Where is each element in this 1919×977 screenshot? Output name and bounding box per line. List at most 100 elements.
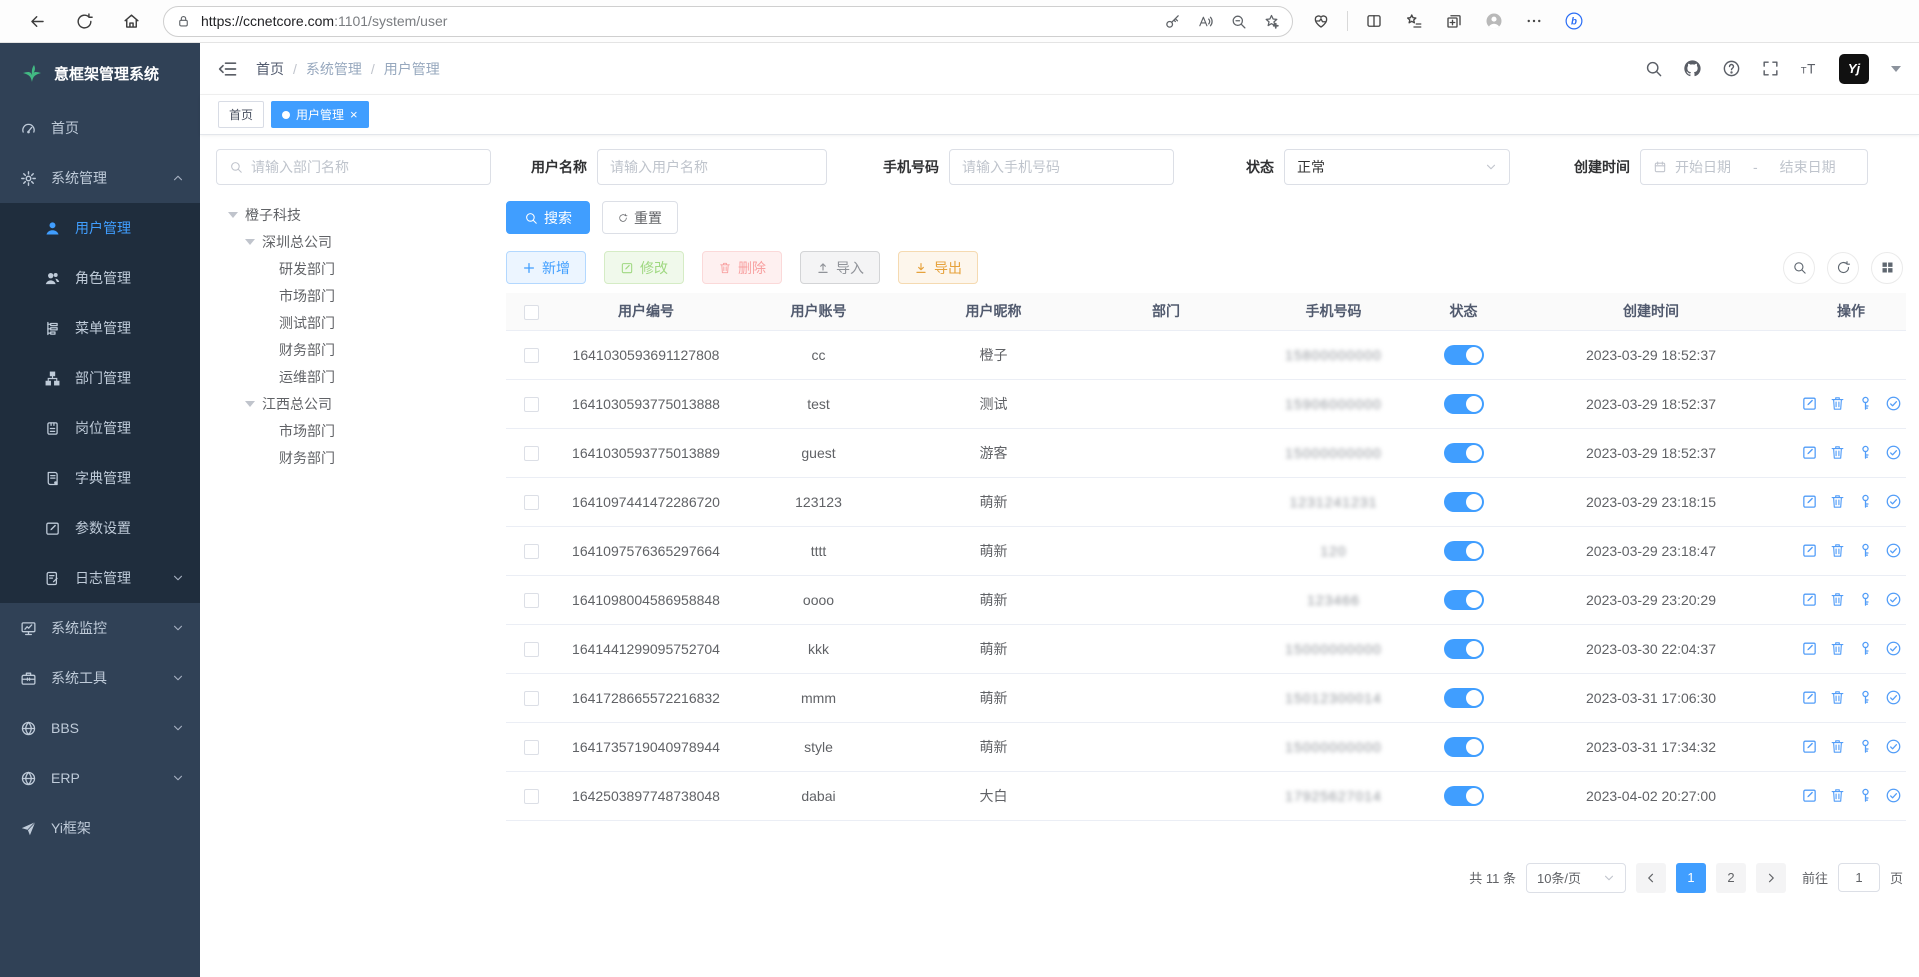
close-tab-icon[interactable]: × <box>350 108 358 121</box>
trash-icon[interactable] <box>1829 689 1846 706</box>
sidebar-item-角色管理[interactable]: 角色管理 <box>0 253 200 303</box>
check-circle-icon[interactable] <box>1885 738 1902 755</box>
tree-node-深圳总公司[interactable]: 深圳总公司 <box>216 228 491 255</box>
tree-node-研发部门[interactable]: 研发部门 <box>216 255 491 282</box>
sidebar-item-参数设置[interactable]: 参数设置 <box>0 503 200 553</box>
check-circle-icon[interactable] <box>1885 591 1902 608</box>
star-add-icon[interactable] <box>1263 13 1280 30</box>
tree-node-橙子科技[interactable]: 橙子科技 <box>216 201 491 228</box>
home-icon[interactable] <box>122 12 141 31</box>
trash-icon[interactable] <box>1829 493 1846 510</box>
back-icon[interactable] <box>28 12 47 31</box>
status-toggle[interactable] <box>1444 394 1484 414</box>
page-button-1[interactable]: 1 <box>1676 863 1706 893</box>
status-toggle[interactable] <box>1444 345 1484 365</box>
search-button[interactable]: 搜索 <box>506 201 590 234</box>
key2-icon[interactable] <box>1857 395 1874 412</box>
avatar-caret-icon[interactable] <box>1891 66 1901 72</box>
status-toggle[interactable] <box>1444 639 1484 659</box>
sidebar-item-用户管理[interactable]: 用户管理 <box>0 203 200 253</box>
修改-button[interactable]: 修改 <box>604 251 684 284</box>
sidebar-item-部门管理[interactable]: 部门管理 <box>0 353 200 403</box>
row-checkbox[interactable] <box>524 495 539 510</box>
key-icon[interactable] <box>1164 13 1181 30</box>
row-checkbox[interactable] <box>524 593 539 608</box>
edit-square-icon[interactable] <box>1801 738 1818 755</box>
tree-node-测试部门[interactable]: 测试部门 <box>216 309 491 336</box>
reset-button[interactable]: 重置 <box>602 201 678 234</box>
profile-icon[interactable] <box>1485 12 1503 30</box>
tree-node-市场部门[interactable]: 市场部门 <box>216 417 491 444</box>
edit-square-icon[interactable] <box>1801 395 1818 412</box>
github-icon[interactable] <box>1683 59 1702 78</box>
user-avatar[interactable]: Yj <box>1839 54 1869 84</box>
expand-arrow-icon[interactable] <box>245 401 255 407</box>
date-range-picker[interactable]: 开始日期 - 结束日期 <box>1640 149 1868 185</box>
expand-arrow-icon[interactable] <box>228 212 238 218</box>
key2-icon[interactable] <box>1857 444 1874 461</box>
tree-node-市场部门[interactable]: 市场部门 <box>216 282 491 309</box>
check-circle-icon[interactable] <box>1885 787 1902 804</box>
sidebar-item-菜单管理[interactable]: 菜单管理 <box>0 303 200 353</box>
trash-icon[interactable] <box>1829 444 1846 461</box>
trash-icon[interactable] <box>1829 591 1846 608</box>
sidebar-item-Yi框架[interactable]: Yi框架 <box>0 803 200 853</box>
tree-node-江西总公司[interactable]: 江西总公司 <box>216 390 491 417</box>
tree-node-运维部门[interactable]: 运维部门 <box>216 363 491 390</box>
search-icon[interactable] <box>1644 59 1663 78</box>
fontsize-icon[interactable]: TT <box>1800 59 1819 78</box>
row-checkbox[interactable] <box>524 691 539 706</box>
trash-icon[interactable] <box>1829 542 1846 559</box>
check-circle-icon[interactable] <box>1885 542 1902 559</box>
edit-square-icon[interactable] <box>1801 787 1818 804</box>
sidebar-item-字典管理[interactable]: 字典管理 <box>0 453 200 503</box>
breadcrumb-item[interactable]: 系统管理 <box>306 59 362 79</box>
row-checkbox[interactable] <box>524 544 539 559</box>
key2-icon[interactable] <box>1857 738 1874 755</box>
tree-node-财务部门[interactable]: 财务部门 <box>216 336 491 363</box>
trash-icon[interactable] <box>1829 787 1846 804</box>
phone-input[interactable]: 请输入手机号码 <box>949 149 1174 185</box>
key2-icon[interactable] <box>1857 493 1874 510</box>
select-all-checkbox[interactable] <box>524 305 539 320</box>
favbar-icon[interactable] <box>1405 12 1423 30</box>
edit-square-icon[interactable] <box>1801 542 1818 559</box>
sidebar-item-ERP[interactable]: ERP <box>0 753 200 803</box>
grid-circle-button[interactable] <box>1871 252 1903 284</box>
status-select[interactable]: 正常 <box>1284 149 1510 185</box>
split-icon[interactable] <box>1365 12 1383 30</box>
status-toggle[interactable] <box>1444 590 1484 610</box>
status-toggle[interactable] <box>1444 443 1484 463</box>
key2-icon[interactable] <box>1857 689 1874 706</box>
导出-button[interactable]: 导出 <box>898 251 978 284</box>
删除-button[interactable]: 删除 <box>702 251 782 284</box>
edit-square-icon[interactable] <box>1801 689 1818 706</box>
sidebar-item-BBS[interactable]: BBS <box>0 703 200 753</box>
status-toggle[interactable] <box>1444 688 1484 708</box>
trash-icon[interactable] <box>1829 738 1846 755</box>
sidebar-item-系统管理[interactable]: 系统管理 <box>0 153 200 203</box>
row-checkbox[interactable] <box>524 642 539 657</box>
edit-square-icon[interactable] <box>1801 640 1818 657</box>
collections-icon[interactable] <box>1445 12 1463 30</box>
next-page-button[interactable] <box>1756 863 1786 893</box>
breadcrumb-item[interactable]: 首页 <box>256 59 284 79</box>
trash-icon[interactable] <box>1829 395 1846 412</box>
导入-button[interactable]: 导入 <box>800 251 880 284</box>
more-icon[interactable] <box>1525 12 1543 30</box>
prev-page-button[interactable] <box>1636 863 1666 893</box>
question-icon[interactable] <box>1722 59 1741 78</box>
expand-arrow-icon[interactable] <box>245 239 255 245</box>
row-checkbox[interactable] <box>524 789 539 804</box>
status-toggle[interactable] <box>1444 737 1484 757</box>
sidebar-item-日志管理[interactable]: 日志管理 <box>0 553 200 603</box>
goto-page-input[interactable] <box>1838 863 1880 892</box>
sidebar-item-岗位管理[interactable]: 岗位管理 <box>0 403 200 453</box>
page-button-2[interactable]: 2 <box>1716 863 1746 893</box>
edit-square-icon[interactable] <box>1801 444 1818 461</box>
edit-square-icon[interactable] <box>1801 493 1818 510</box>
breadcrumb-item[interactable]: 用户管理 <box>384 59 440 79</box>
row-checkbox[interactable] <box>524 397 539 412</box>
trash-icon[interactable] <box>1829 640 1846 657</box>
sidebar-item-系统监控[interactable]: 系统监控 <box>0 603 200 653</box>
